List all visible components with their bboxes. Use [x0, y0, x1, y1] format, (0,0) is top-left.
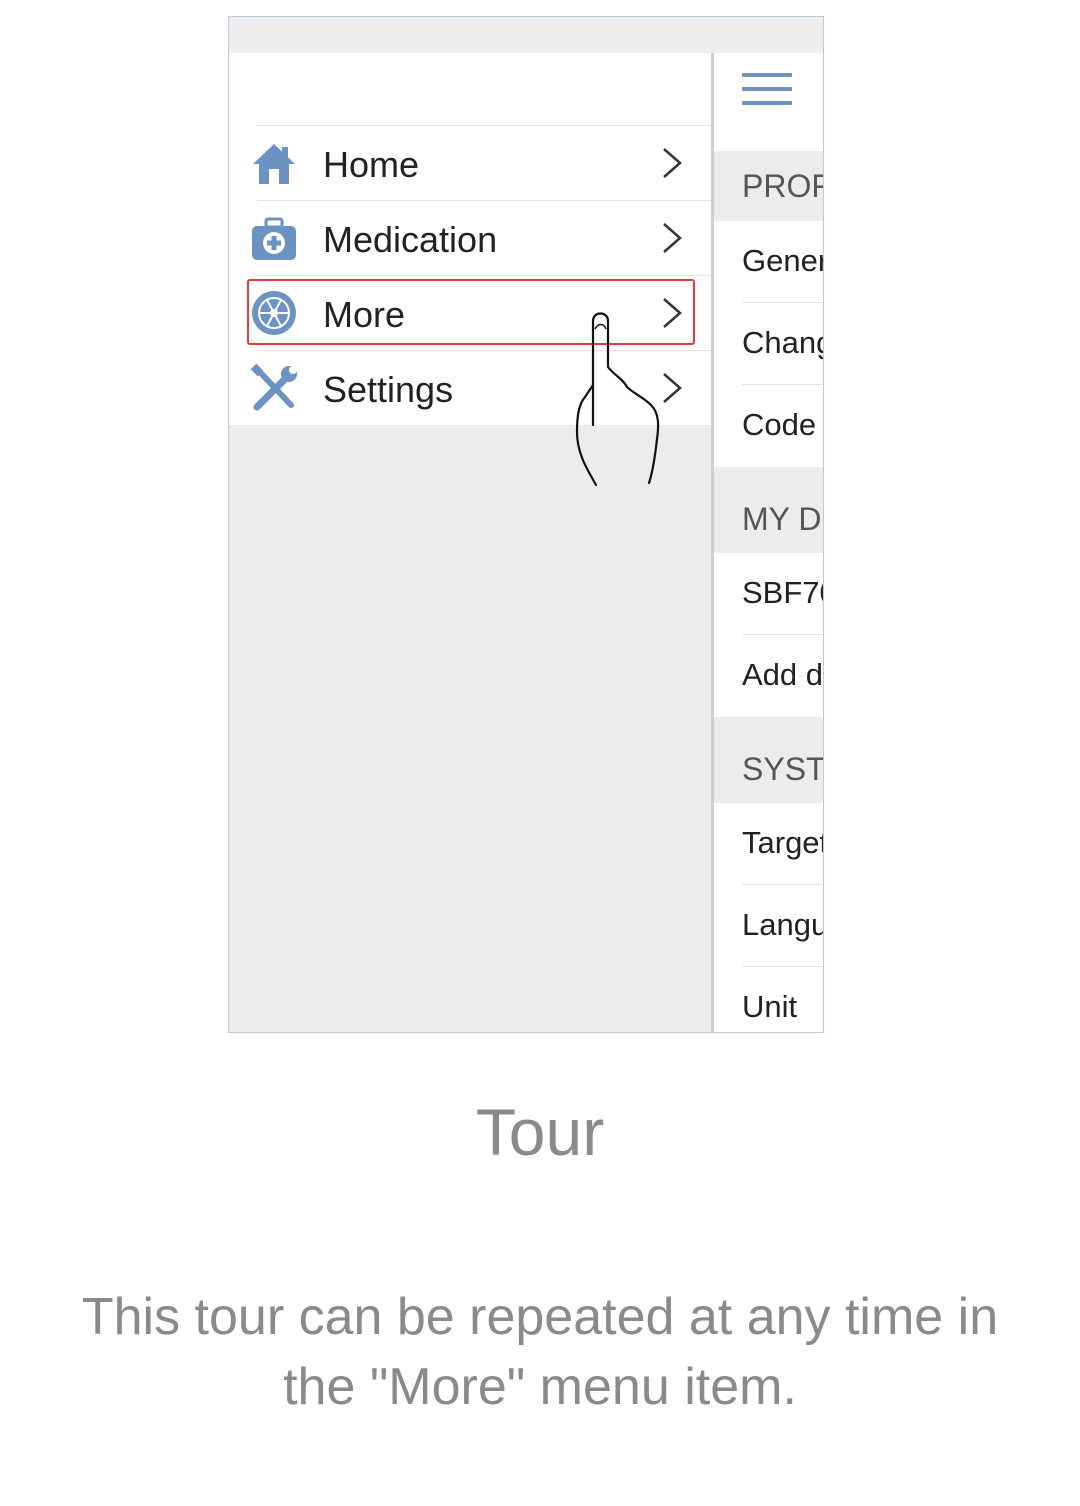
tap-hand-icon	[575, 312, 660, 487]
section-header-system: SYST	[714, 717, 823, 803]
menu-item-medication[interactable]: Medication	[252, 200, 711, 275]
menu-item-label: Medication	[323, 219, 498, 260]
list-item[interactable]: Code I	[714, 385, 823, 467]
chevron-right-icon	[663, 223, 682, 253]
tools-icon	[250, 363, 297, 411]
section-header-profile: PROF	[714, 151, 823, 221]
app-screenshot: Home Medication More Settings PROF Gener…	[228, 16, 824, 1033]
section-header-devices: MY DI	[714, 467, 823, 553]
list-item[interactable]: Langu	[714, 885, 823, 967]
chevron-right-icon	[663, 148, 682, 178]
menu-item-home[interactable]: Home	[253, 125, 711, 200]
home-icon	[253, 144, 295, 184]
tour-description: This tour can be repeated at any time in…	[81, 1288, 999, 1416]
menu-item-label: Settings	[323, 369, 454, 410]
list-item[interactable]: Target	[714, 803, 823, 885]
list-item[interactable]: Add d	[714, 635, 823, 717]
list-item[interactable]: SBF70	[714, 553, 823, 635]
main-panel-partial: PROF Gener Chang Code I MY DI SBF70 Add …	[714, 53, 823, 1032]
list-item[interactable]: Unit	[714, 967, 823, 1032]
list-item[interactable]: Chang	[714, 303, 823, 385]
hamburger-icon[interactable]	[742, 73, 792, 111]
list-item[interactable]: Gener	[714, 221, 823, 303]
menu-item-label: Home	[323, 144, 420, 185]
tour-title: Tour	[475, 1095, 605, 1169]
status-bar	[229, 17, 823, 53]
medical-kit-icon	[252, 217, 296, 260]
drawer-header	[229, 53, 711, 125]
